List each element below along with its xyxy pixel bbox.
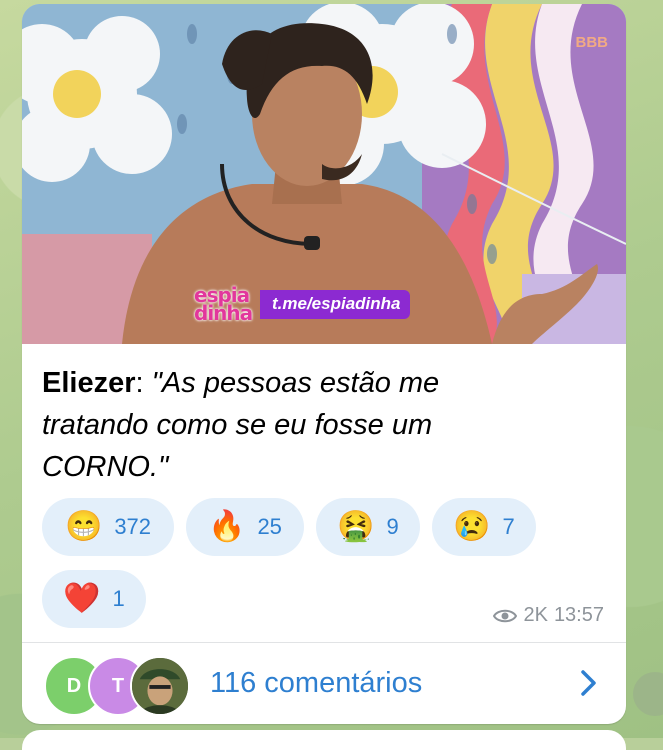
avatar-portrait-icon: [132, 658, 188, 714]
reaction-count: 9: [386, 514, 399, 539]
reaction-fire[interactable]: 🔥 25: [186, 498, 304, 556]
crying-face-icon: 😢: [453, 510, 491, 543]
grinning-face-icon: 😁: [64, 510, 103, 543]
speaker-name: Eliezer: [42, 367, 136, 399]
comments-count-label: 116 comentários: [210, 667, 423, 699]
vomiting-face-icon: 🤮: [337, 510, 375, 543]
speaker-separator: :: [135, 367, 152, 399]
reaction-crying[interactable]: 😢 7: [432, 498, 536, 556]
reaction-count: 372: [114, 514, 152, 539]
bbb-watermark: BBB: [575, 34, 609, 51]
reaction-count: 25: [257, 514, 282, 539]
message-text: Eliezer: "As pessoas estão me tratando c…: [42, 362, 602, 488]
reaction-count: 7: [502, 514, 515, 539]
reaction-heart[interactable]: ❤️ 1: [42, 570, 146, 628]
fire-icon: 🔥: [208, 510, 246, 543]
reaction-vomiting[interactable]: 🤮 9: [316, 498, 420, 556]
next-message-bubble[interactable]: [22, 730, 626, 750]
views-count: 2K: [523, 604, 548, 626]
logo-wordmark: espia dinha: [194, 283, 253, 325]
reaction-count: 1: [112, 586, 125, 611]
message-meta: 2K 13:57: [493, 604, 604, 627]
quote-line-3: CORNO.": [42, 451, 169, 483]
channel-link-banner: t.me/espiadinha: [260, 289, 411, 319]
reaction-grinning[interactable]: 😁 372: [42, 498, 174, 556]
red-heart-icon: ❤️: [63, 582, 101, 615]
chevron-right-icon: [581, 670, 596, 696]
quote-line-2: tratando como se eu fosse um: [42, 409, 433, 441]
espiadinha-logo: espia dinha t.me/espiadinha: [194, 283, 411, 325]
quote-line-1: "As pessoas estão me: [151, 367, 440, 399]
views-eye-icon: [493, 609, 518, 622]
comments-button[interactable]: D T 116 comentários: [22, 643, 626, 724]
avatar-photo: [130, 656, 190, 716]
message-photo[interactable]: BBB espia dinha t.me/espiadinha: [22, 4, 626, 344]
message-bubble[interactable]: BBB espia dinha t.me/espiadinha Eliezer:…: [22, 4, 626, 724]
message-time: 13:57: [553, 604, 604, 626]
